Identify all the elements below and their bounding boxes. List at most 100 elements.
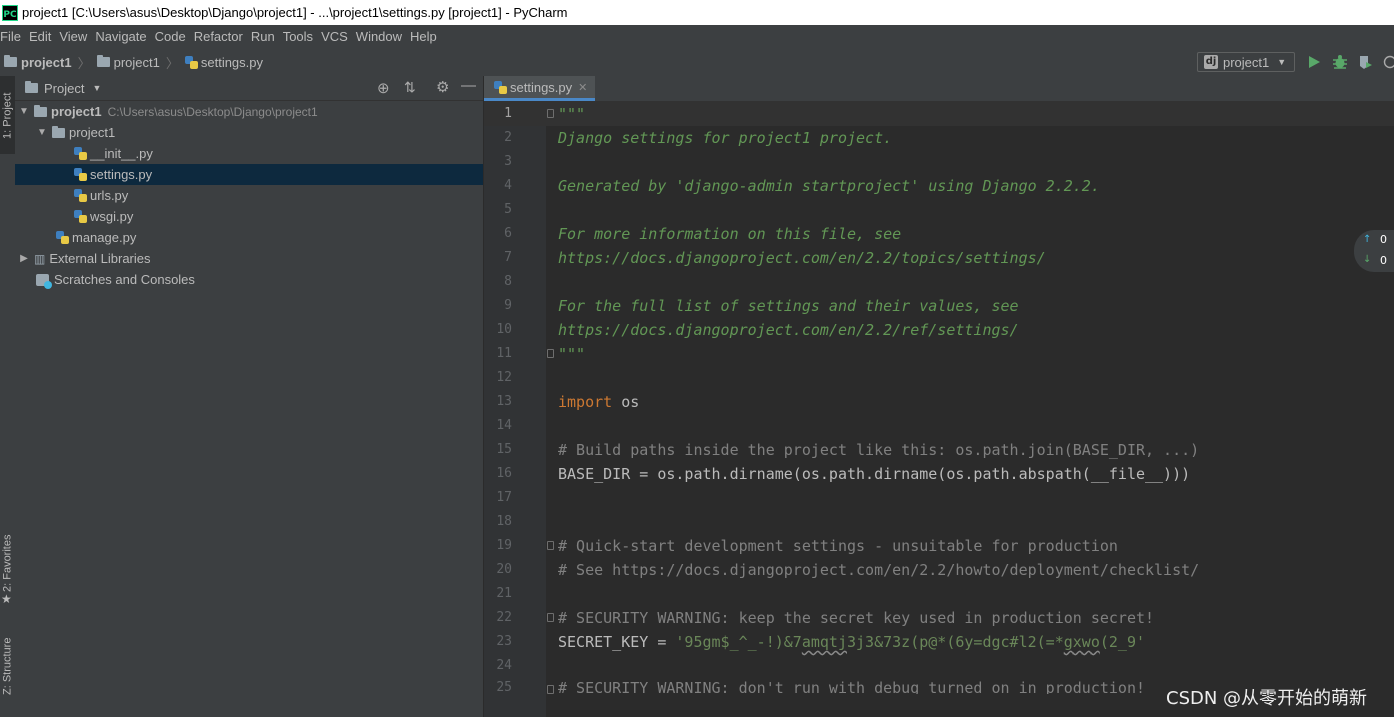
menu-help[interactable]: Help [410,29,443,44]
python-file-icon [184,55,198,69]
breadcrumb-root[interactable]: project1 [4,55,72,70]
code-line: 22 # SECURITY WARNING: keep the secret ke… [496,609,1155,627]
code-line: 2 Django settings for project1 project. [504,129,893,147]
code-line: 7 https://docs.djangoproject.com/en/2.2/t… [504,249,1046,267]
breadcrumb-root-label: project1 [21,54,72,70]
fold-marker-icon[interactable] [547,349,554,358]
tree-root-path: C:\Users\asus\Desktop\Django\project1 [107,104,318,119]
tree-row-settings[interactable]: settings.py [15,164,483,185]
coverage-icon[interactable] [1357,54,1373,70]
code-line: 15 # Build paths inside the project like … [496,441,1200,459]
menu-edit[interactable]: Edit [29,29,57,44]
close-icon[interactable]: ✕ [578,81,587,94]
fold-marker-icon[interactable] [547,613,554,622]
menu-bar: File Edit View Navigate Code Refactor Ru… [0,25,1394,48]
menu-window[interactable]: Window [356,29,408,44]
breadcrumb-file-label: settings.py [200,54,264,70]
menu-view[interactable]: View [59,29,93,44]
run-icon[interactable] [1307,55,1321,69]
tree-row-root[interactable]: ▼ project1 C:\Users\asus\Desktop\Django\… [15,101,483,122]
tree-file-label: manage.py [72,230,137,245]
tab-label: settings.py [510,79,573,95]
code-line: 8 [504,274,512,289]
code-line: 5 [504,202,512,217]
tree-row-package[interactable]: ▼ project1 [15,122,483,143]
code-lines[interactable]: 1 """ 2 Django settings for project1 proje… [484,102,1394,694]
project-tool-window: Project ▼ ⊕ ⇅ ⚙ — ▼ project1 C:\Users\as… [15,76,484,717]
python-file-icon [494,80,507,94]
window-title: project1 [C:\Users\asus\Desktop\Django\p… [22,5,568,20]
inspection-up-count: 0 [1380,233,1387,246]
fold-marker-icon[interactable] [547,109,554,118]
tree-row-init[interactable]: __init__.py [15,143,483,164]
code-line: 17 [496,490,512,505]
menu-refactor[interactable]: Refactor [194,29,249,44]
watermark: CSDN @从零开始的萌新 [1166,688,1368,709]
project-view-icon [25,81,38,93]
arrow-down-icon: ↓ [1363,254,1372,265]
folder-icon [34,104,47,117]
tree-package-name: project1 [69,125,116,140]
code-line: 23 SECRET_KEY = '95gm$_^_-!)&7amqtj3j3&73… [496,633,1146,651]
menu-run[interactable]: Run [251,29,281,44]
python-file-icon [74,189,87,202]
tree-row-scratches[interactable]: Scratches and Consoles [15,269,483,290]
breadcrumb-file[interactable]: settings.py [184,54,264,70]
menu-code[interactable]: Code [155,29,192,44]
tree-label: Scratches and Consoles [54,272,195,287]
python-file-icon [74,147,87,160]
code-line: 21 [496,586,512,601]
inspection-widget[interactable]: ↑ 0 ↓ 0 [1354,230,1394,272]
python-file-icon [56,231,69,244]
project-tool-tab[interactable]: 1: Project [0,76,15,154]
help-icon[interactable] [1383,55,1394,69]
structure-tool-tab[interactable]: Z: Structure [0,621,15,711]
expand-arrow-icon[interactable]: ▼ [18,106,30,117]
tool-window-strip: 1: Project 2: Favorites ★ Z: Structure [0,76,16,717]
code-line: 6 For more information on this file, see [504,225,902,243]
code-line: 16 BASE_DIR = os.path.dirname(os.path.dir… [496,465,1191,483]
project-panel-header: Project ▼ ⊕ ⇅ ⚙ — [15,76,483,101]
chevron-down-icon[interactable]: ▼ [92,83,101,93]
menu-navigate[interactable]: Navigate [95,29,152,44]
menu-file[interactable]: File [0,29,27,44]
scratches-icon [36,273,52,289]
arrow-up-icon: ↑ [1363,234,1372,245]
tree-file-label: __init__.py [90,146,153,161]
minimize-icon[interactable]: — [461,77,476,94]
menu-tools[interactable]: Tools [283,29,319,44]
folder-icon [96,55,110,67]
code-line: 14 [496,418,512,433]
collapse-arrow-icon[interactable]: ▶ [18,253,30,264]
code-line: 19 # Quick-start development settings - u… [496,537,1118,555]
run-configuration-label: project1 [1223,54,1270,70]
tree-row-wsgi[interactable]: wsgi.py [15,206,483,227]
tab-settings-py[interactable]: settings.py ✕ [484,76,596,101]
code-line: 13 import os [496,393,640,411]
breadcrumb-separator: 〉 [165,55,179,71]
code-line: 11 """ [496,345,586,363]
code-line: 10 https://docs.djangoproject.com/en/2.2/… [496,321,1019,339]
collapse-all-icon[interactable]: ⇅ [404,79,416,96]
tree-row-external-libraries[interactable]: ▶ ▥ External Libraries [15,248,483,269]
run-configuration-select[interactable]: dj project1 ▼ [1197,52,1295,72]
breadcrumb-folder[interactable]: project1 [96,55,160,70]
package-folder-icon [52,125,65,138]
tree-row-urls[interactable]: urls.py [15,185,483,206]
tree-row-manage[interactable]: manage.py [15,227,483,248]
expand-arrow-icon[interactable]: ▼ [36,127,48,138]
code-line: 20 # See https://docs.djangoproject.com/e… [496,561,1200,579]
code-line: 12 [496,370,512,385]
gear-icon[interactable]: ⚙ [436,78,449,96]
django-icon: dj [1204,55,1218,69]
fold-marker-icon[interactable] [547,685,554,694]
locate-icon[interactable]: ⊕ [377,79,390,97]
project-view-select[interactable]: Project [44,81,84,96]
fold-marker-icon[interactable] [547,541,554,550]
debug-icon[interactable] [1332,54,1348,70]
project-tool-tab-label: 1: Project [1,92,14,140]
navigation-bar: project1 〉 project1 〉 settings.py [0,48,1394,77]
pycharm-logo-icon: PC [2,4,18,21]
tree-file-label: wsgi.py [90,209,134,224]
menu-vcs[interactable]: VCS [321,29,354,44]
